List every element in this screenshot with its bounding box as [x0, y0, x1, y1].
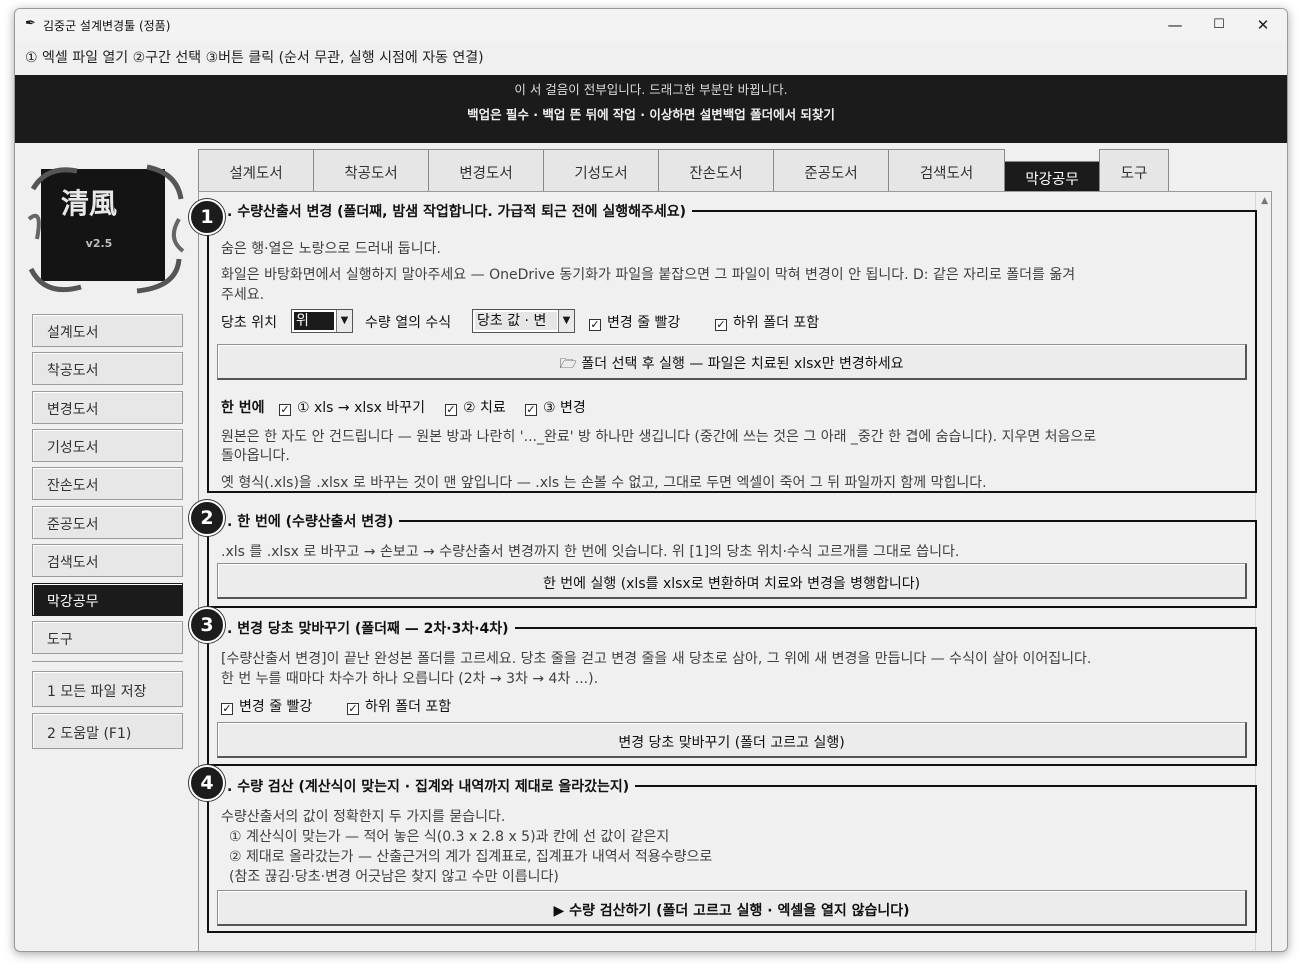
- save-all-button[interactable]: 1 모든 파일 저장: [32, 671, 183, 707]
- section-1-note-3: 옛 형식(.xls)을 .xlsx 로 바꾸는 것이 맨 앞입니다 — .xls…: [221, 475, 987, 491]
- section-1-desc-1: 숨은 행·열은 노랑으로 드러내 둡니다.: [221, 241, 441, 257]
- banner-line-1: 이 서 걸음이 전부입니다. 드래그한 부분만 바뀝니다.: [514, 82, 788, 97]
- section-1-subfolder-checkbox[interactable]: ✓ 하위 폴더 포함: [715, 312, 819, 332]
- section-1-desc-3: 주세요.: [221, 287, 265, 303]
- help-button[interactable]: 2 도움말 (F1): [32, 713, 183, 749]
- tab-content: ▲ . 수량산출서 변경 (폴더째, 밤샘 작업합니다. 가급적 퇴근 전에 실…: [189, 191, 1272, 951]
- sidebar-item-remaining[interactable]: 잔손도서: [32, 467, 183, 500]
- cure-label: ② 치료: [463, 400, 506, 416]
- vertical-scrollbar[interactable]: ▲: [1255, 192, 1271, 951]
- change-label: ③ 변경: [543, 400, 586, 416]
- section-1-red-checkbox[interactable]: ✓ 변경 줄 빨강: [589, 312, 680, 332]
- folder-open-icon: 🗁: [559, 356, 577, 372]
- section-4-desc-3: ② 제대로 올라갔는가 — 산출근거의 계가 집계표로, 집계표가 내역서 적용…: [229, 849, 713, 865]
- title-bar: ✒ 김중군 설계변경툴 (정품) — ☐ ✕: [15, 9, 1287, 41]
- tab-progress[interactable]: 기성도서: [543, 149, 659, 192]
- window-title: 김중군 설계변경툴 (정품): [43, 19, 171, 33]
- logo-text: 清風: [61, 187, 117, 220]
- section-3-badge: 3: [189, 607, 225, 643]
- section-2-desc: .xls 를 .xlsx 로 바꾸고 → 손보고 → 수량산출서 변경까지 한 …: [221, 544, 960, 560]
- tab-public-works[interactable]: 막강공무: [1004, 161, 1100, 192]
- feather-icon: ✒: [25, 16, 36, 31]
- checkmark-icon: ✓: [445, 403, 457, 416]
- section-3-subfolder-checkbox[interactable]: ✓ 하위 폴더 포함: [347, 696, 451, 716]
- formula-select[interactable]: 당초 값 · 변 ▼: [472, 309, 575, 333]
- sidebar-item-public-works[interactable]: 막강공무: [32, 583, 183, 616]
- tab-design[interactable]: 설계도서: [198, 149, 314, 192]
- logo-version: v2.5: [86, 237, 113, 250]
- origin-position-select[interactable]: 위 ▼: [291, 309, 353, 333]
- formula-value: 당초 값 · 변: [475, 312, 557, 330]
- sidebar-item-start[interactable]: 착공도서: [32, 352, 183, 385]
- app-window: ✒ 김중군 설계변경툴 (정품) — ☐ ✕ ① 엑셀 파일 열기 ②구간 선택…: [14, 8, 1288, 952]
- section-3-red-checkbox[interactable]: ✓ 변경 줄 빨강: [221, 696, 312, 716]
- tab-remaining[interactable]: 잔손도서: [658, 149, 774, 192]
- section-4-desc-2: ① 계산식이 맞는가 — 적어 놓은 식(0.3 x 2.8 x 5)과 칸에 …: [229, 829, 670, 845]
- sidebar-item-design[interactable]: 설계도서: [32, 314, 183, 347]
- sidebar-item-progress[interactable]: 기성도서: [32, 429, 183, 462]
- folder-select-run-label: 폴더 선택 후 실행 — 파일은 치료된 xlsx만 변경하세요: [581, 356, 904, 372]
- checkmark-icon: ✓: [589, 318, 601, 331]
- section-3-title: . 변경 당초 맞바꾸기 (폴더째 — 2차·3차·4차): [223, 618, 515, 638]
- section-1-note-1: 원본은 한 자도 안 건드립니다 — 원본 방과 나란히 '..._완료' 방 …: [221, 429, 1097, 445]
- section-1-title: . 수량산출서 변경 (폴더째, 밤샘 작업합니다. 가급적 퇴근 전에 실행해…: [223, 201, 693, 221]
- checkmark-icon: ✓: [715, 318, 727, 331]
- section-3-red-label: 변경 줄 빨강: [239, 699, 313, 715]
- change-checkbox[interactable]: ✓ ③ 변경: [525, 397, 586, 417]
- tab-change[interactable]: 변경도서: [428, 149, 544, 192]
- section-3-subfolder-label: 하위 폴더 포함: [365, 699, 452, 715]
- banner-line-2: 백업은 필수 · 백업 뜬 뒤에 작업 · 이상하면 설변백업 폴더에서 되찾기: [467, 107, 835, 122]
- tab-tools[interactable]: 도구: [1099, 149, 1169, 192]
- once-label: 한 번에: [221, 400, 265, 416]
- close-button[interactable]: ✕: [1243, 13, 1283, 37]
- tab-search[interactable]: 검색도서: [888, 149, 1005, 192]
- sidebar-divider: [32, 661, 183, 662]
- section-1-subfolder-label: 하위 폴더 포함: [733, 315, 820, 331]
- convert-label: ① xls → xlsx 바꾸기: [297, 400, 425, 416]
- section-4-title: . 수량 검산 (계산식이 맞는지 · 집계와 내역까지 제대로 올라갔는지): [223, 776, 636, 796]
- tab-completion[interactable]: 준공도서: [773, 149, 889, 192]
- section-1-badge: 1: [189, 199, 225, 235]
- section-2-badge: 2: [189, 500, 225, 536]
- scroll-up-arrow-icon[interactable]: ▲: [1261, 196, 1268, 206]
- cure-checkbox[interactable]: ✓ ② 치료: [445, 397, 506, 417]
- tab-start[interactable]: 착공도서: [313, 149, 429, 192]
- notice-banner: 이 서 걸음이 전부입니다. 드래그한 부분만 바뀝니다. 백업은 필수 · 백…: [15, 75, 1287, 143]
- folder-select-run-button[interactable]: 🗁 폴더 선택 후 실행 — 파일은 치료된 xlsx만 변경하세요: [217, 344, 1247, 380]
- checkmark-icon: ✓: [279, 403, 291, 416]
- section-3-desc-1: [수량산출서 변경]이 끝난 완성본 폴더를 고르세요. 당초 줄을 걷고 변경…: [221, 651, 1092, 667]
- origin-position-value: 위: [294, 312, 334, 330]
- convert-checkbox[interactable]: ✓ ① xls → xlsx 바꾸기: [279, 397, 425, 417]
- sidebar-item-completion[interactable]: 준공도서: [32, 506, 183, 539]
- origin-position-label: 당초 위치: [221, 315, 277, 331]
- section-1-note-2: 돌아옵니다.: [221, 448, 290, 464]
- checkmark-icon: ✓: [525, 403, 537, 416]
- section-4-badge: 4: [189, 765, 225, 801]
- maximize-button[interactable]: ☐: [1199, 13, 1239, 37]
- step-instructions: ① 엑셀 파일 열기 ②구간 선택 ③버튼 클릭 (순서 무관, 실행 시점에 …: [25, 50, 484, 66]
- swap-origin-button[interactable]: 변경 당초 맞바꾸기 (폴더 고르고 실행): [217, 722, 1247, 758]
- section-2-title: . 한 번에 (수량산출서 변경): [223, 511, 400, 531]
- sidebar-item-tools[interactable]: 도구: [32, 621, 183, 654]
- dropdown-arrow-icon[interactable]: ▼: [558, 310, 574, 332]
- section-1-desc-2: 화일은 바탕화면에서 실행하지 말아주세요 — OneDrive 동기화가 파일…: [221, 267, 1076, 283]
- dropdown-arrow-icon[interactable]: ▼: [336, 310, 352, 332]
- run-all-button[interactable]: 한 번에 실행 (xls를 xlsx로 변환하며 치료와 변경을 병행합니다): [217, 563, 1247, 599]
- app-logo: 清風 v2.5: [27, 164, 185, 294]
- section-1-red-label: 변경 줄 빨강: [607, 315, 681, 331]
- minimize-button[interactable]: —: [1155, 13, 1195, 37]
- formula-label: 수량 열의 수식: [365, 315, 452, 331]
- sidebar-item-search[interactable]: 검색도서: [32, 544, 183, 577]
- section-3-desc-2: 한 번 누를 때마다 차수가 하나 오릅니다 (2차 → 3차 → 4차 ...…: [221, 671, 599, 687]
- section-4-desc-1: 수량산출서의 값이 정확한지 두 가지를 묻습니다.: [221, 809, 506, 825]
- checkmark-icon: ✓: [347, 702, 359, 715]
- section-4-desc-4: (참조 끊김·당초·변경 어긋남은 찾지 않고 수만 이릅니다): [229, 869, 559, 885]
- quantity-check-button[interactable]: ▶ 수량 검산하기 (폴더 고르고 실행 · 엑셀을 열지 않습니다): [217, 890, 1247, 926]
- sidebar-item-change[interactable]: 변경도서: [32, 391, 183, 424]
- checkmark-icon: ✓: [221, 702, 233, 715]
